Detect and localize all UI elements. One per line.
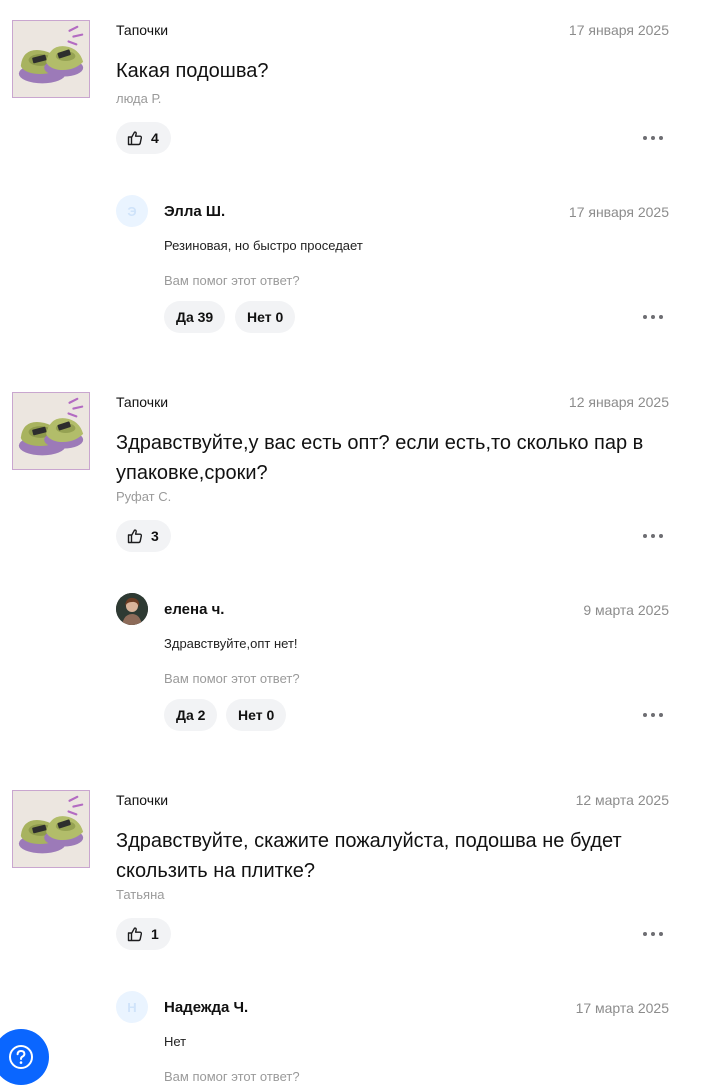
like-button[interactable]: 4 <box>116 122 171 154</box>
question-text: Здравствуйте,у вас есть опт? если есть,т… <box>116 432 644 484</box>
question-icon <box>9 1045 33 1069</box>
avatar: Э <box>116 195 148 227</box>
like-count: 3 <box>151 528 159 544</box>
question-text: Какая подошва? <box>116 60 269 82</box>
question-card: Тапочки 12 марта 2025 Здравствуйте, скаж… <box>0 770 725 950</box>
thumbs-up-icon <box>127 926 143 942</box>
answer-text: Резиновая, но быстро проседает <box>164 238 363 253</box>
more-dots-icon[interactable] <box>643 924 663 944</box>
question-product[interactable]: Тапочки <box>116 394 168 410</box>
question-card: Тапочки 17 января 2025 Какая подошва? лю… <box>0 0 725 170</box>
helpful-prompt: Вам помог этот ответ? <box>164 273 300 288</box>
thumbs-up-icon <box>127 130 143 146</box>
more-dots-icon[interactable] <box>643 128 663 148</box>
question-product[interactable]: Тапочки <box>116 792 168 808</box>
question-date: 12 марта 2025 <box>575 792 669 808</box>
answer-date: 9 марта 2025 <box>583 602 669 618</box>
question-card: Тапочки 12 января 2025 Здравствуйте,у ва… <box>0 372 725 552</box>
answer-author: Элла Ш. <box>164 203 226 220</box>
avatar <box>116 593 148 625</box>
vote-no-button[interactable]: Нет 0 <box>235 301 296 333</box>
vote-yes-button[interactable]: Да 39 <box>164 301 226 333</box>
more-dots-icon[interactable] <box>643 705 663 725</box>
product-thumbnail[interactable] <box>12 392 90 470</box>
answer-card: Э Элла Ш. 17 января 2025 Резиновая, но б… <box>0 190 725 350</box>
answer-date: 17 января 2025 <box>568 204 669 220</box>
question-text: Здравствуйте, скажите пожалуйста, подошв… <box>116 830 622 882</box>
like-button[interactable]: 3 <box>116 520 171 552</box>
like-button[interactable]: 1 <box>116 918 171 950</box>
question-date: 17 января 2025 <box>568 22 669 38</box>
answer-text: Нет <box>164 1034 187 1049</box>
question-author: Руфат С. <box>116 489 172 504</box>
question-author: Татьяна <box>116 887 165 902</box>
slippers-image <box>13 393 89 469</box>
answer-date: 17 марта 2025 <box>575 1000 669 1016</box>
slippers-image <box>13 791 89 867</box>
answer-author: Надежда Ч. <box>164 999 249 1016</box>
question-product[interactable]: Тапочки <box>116 22 168 38</box>
slippers-image <box>13 21 89 97</box>
helpful-prompt: Вам помог этот ответ? <box>164 1069 300 1084</box>
more-dots-icon[interactable] <box>643 307 663 327</box>
question-author: люда Р. <box>116 91 162 106</box>
answer-author: елена ч. <box>164 601 225 618</box>
product-thumbnail[interactable] <box>12 20 90 98</box>
thumbs-up-icon <box>127 528 143 544</box>
answer-card: Н Надежда Ч. 17 марта 2025 Нет Вам помог… <box>0 986 725 1085</box>
like-count: 4 <box>151 130 159 146</box>
vote-yes-button[interactable]: Да 2 <box>164 699 218 731</box>
question-date: 12 января 2025 <box>568 394 669 410</box>
avatar-photo-icon <box>116 593 148 625</box>
answer-card: елена ч. 9 марта 2025 Здравствуйте,опт н… <box>0 588 725 748</box>
vote-no-button[interactable]: Нет 0 <box>226 699 287 731</box>
avatar: Н <box>116 991 148 1023</box>
more-dots-icon[interactable] <box>643 526 663 546</box>
helpful-prompt: Вам помог этот ответ? <box>164 671 300 686</box>
like-count: 1 <box>151 926 159 942</box>
answer-text: Здравствуйте,опт нет! <box>164 636 298 651</box>
product-thumbnail[interactable] <box>12 790 90 868</box>
